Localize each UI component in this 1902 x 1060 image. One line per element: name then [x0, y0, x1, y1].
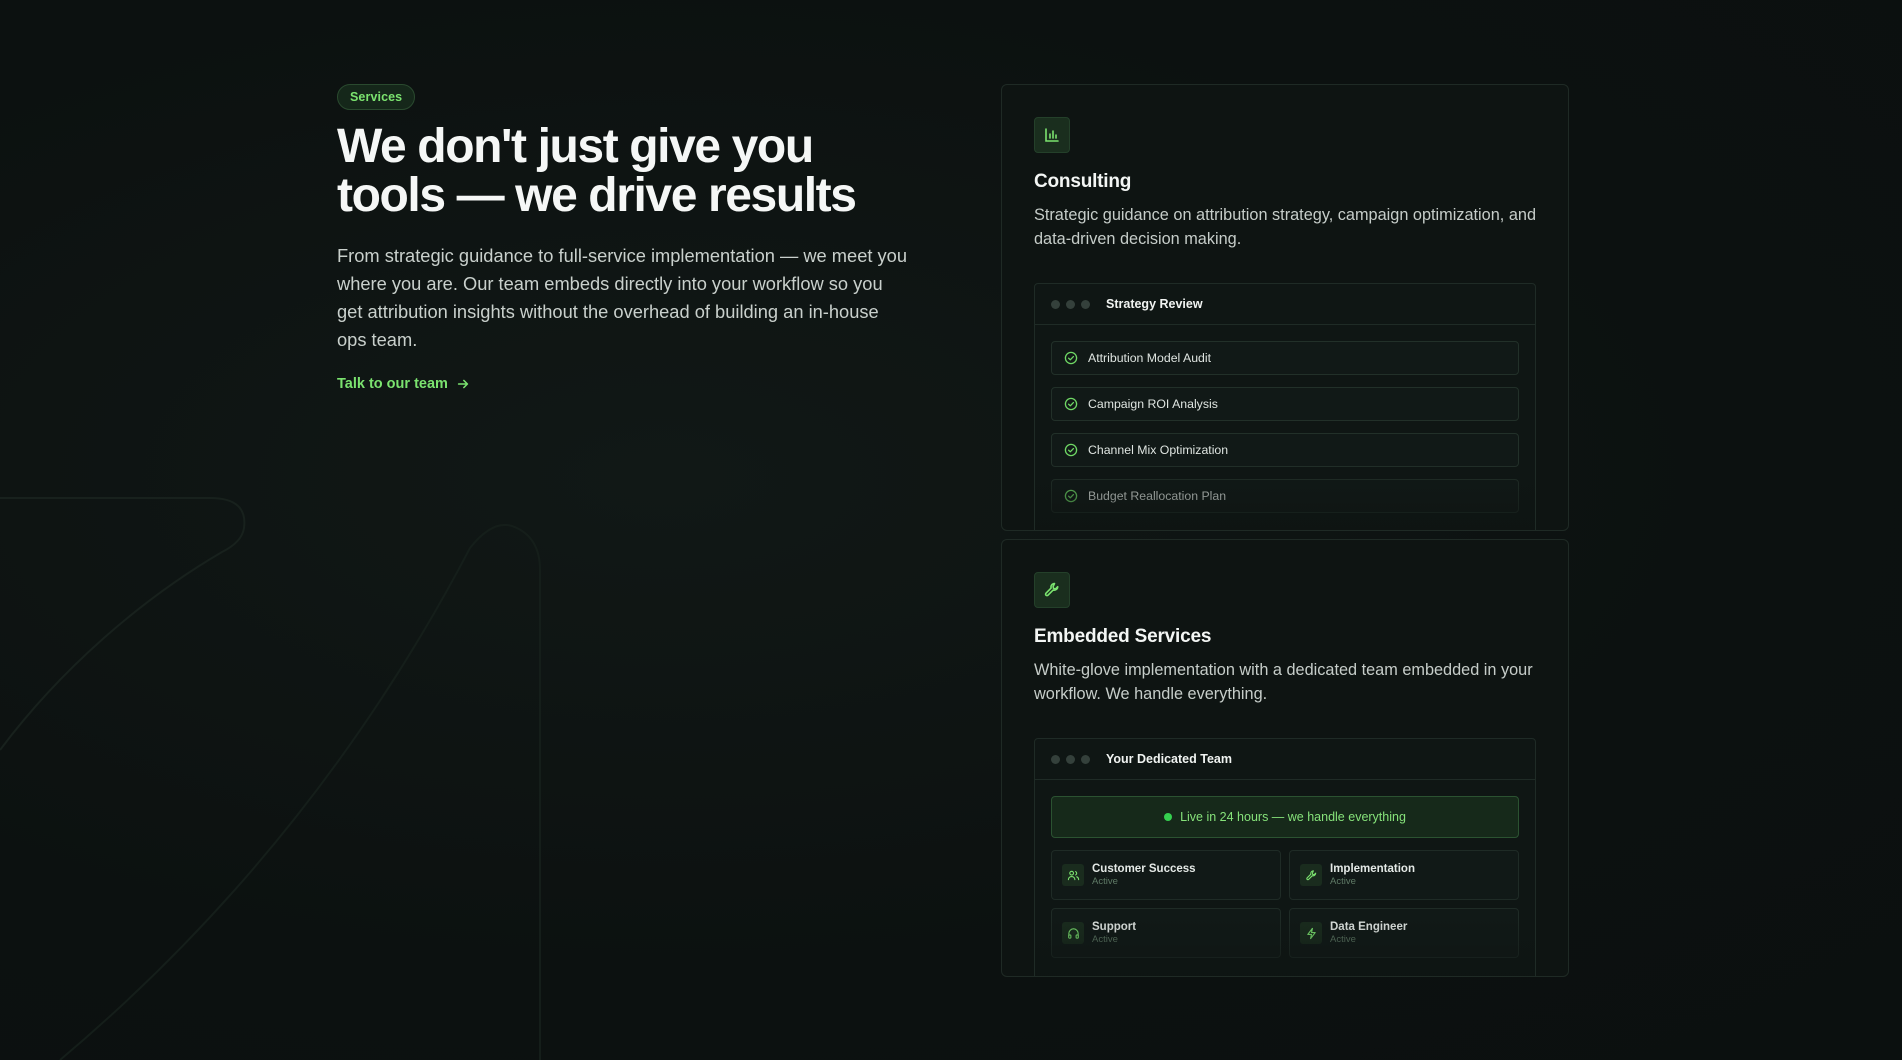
member-name: Support	[1092, 921, 1137, 933]
task-item: Budget Reallocation Plan	[1051, 479, 1519, 513]
intro-column: Services We don't just give you tools — …	[337, 84, 907, 393]
check-circle-icon	[1064, 397, 1078, 411]
task-list: Attribution Model Audit Campaign ROI Ana…	[1035, 325, 1535, 513]
member-status: Active	[1330, 876, 1356, 887]
check-circle-icon	[1064, 489, 1078, 503]
background-decoration	[0, 497, 541, 1060]
embedded-description: White-glove implementation with a dedica…	[1034, 661, 1533, 703]
bar-chart-icon	[1045, 128, 1059, 142]
team-panel-body: Live in 24 hours — we handle everything …	[1035, 780, 1535, 958]
panel-title: Strategy Review	[1106, 297, 1203, 311]
embedded-icon-box	[1034, 572, 1070, 608]
task-label: Channel Mix Optimization	[1088, 443, 1229, 457]
task-label: Budget Reallocation Plan	[1088, 489, 1227, 503]
embedded-services-card: Embedded Services White-glove implementa…	[1001, 539, 1569, 977]
member-name: Customer Success	[1092, 863, 1196, 875]
task-label: Attribution Model Audit	[1088, 351, 1212, 365]
live-status-dot	[1164, 813, 1173, 821]
window-dots	[1051, 299, 1090, 309]
window-dots	[1051, 754, 1090, 764]
check-circle-icon	[1064, 443, 1078, 457]
panel-header: Strategy Review	[1035, 284, 1535, 325]
check-circle-icon	[1064, 351, 1078, 365]
users-icon	[1067, 870, 1079, 880]
section-description: From strategic guidance to full-service …	[337, 245, 908, 350]
task-item: Campaign ROI Analysis	[1051, 387, 1519, 421]
lightning-icon	[1306, 927, 1316, 939]
team-members-grid: Customer Success Active Implementation A…	[1051, 850, 1519, 958]
page-title: We don't just give you tools — we drive …	[337, 120, 857, 222]
consulting-icon-box	[1034, 117, 1070, 153]
member-status: Active	[1330, 934, 1356, 945]
team-member-card: Customer Success Active	[1051, 850, 1281, 900]
embedded-title: Embedded Services	[1034, 626, 1212, 647]
strategy-review-panel: Strategy Review Attribution Model Audit …	[1034, 283, 1536, 530]
team-member-card: Support Active	[1051, 908, 1281, 958]
task-label: Campaign ROI Analysis	[1088, 397, 1218, 411]
live-banner-text: Live in 24 hours — we handle everything	[1180, 810, 1406, 824]
services-section: Services We don't just give you tools — …	[0, 0, 1902, 1060]
wrench-icon	[1044, 582, 1059, 597]
dedicated-team-panel: Your Dedicated Team Live in 24 hours — w…	[1034, 738, 1536, 976]
member-name: Implementation	[1330, 863, 1415, 875]
team-member-card: Data Engineer Active	[1289, 908, 1519, 958]
member-name: Data Engineer	[1330, 921, 1408, 933]
member-status: Active	[1092, 876, 1118, 887]
panel-title: Your Dedicated Team	[1106, 752, 1232, 766]
talk-to-team-link[interactable]: Talk to our team	[337, 376, 470, 392]
services-badge: Services	[337, 84, 416, 110]
wrench-icon	[1305, 869, 1316, 880]
headphones-icon	[1067, 927, 1079, 939]
consulting-description: Strategic guidance on attribution strate…	[1034, 206, 1536, 248]
arrow-right-icon	[457, 379, 469, 389]
team-member-card: Implementation Active	[1289, 850, 1519, 900]
cta-label: Talk to our team	[337, 376, 448, 392]
panel-header: Your Dedicated Team	[1035, 739, 1535, 780]
task-item: Attribution Model Audit	[1051, 341, 1519, 375]
live-banner: Live in 24 hours — we handle everything	[1051, 796, 1519, 838]
task-item: Channel Mix Optimization	[1051, 433, 1519, 467]
consulting-card: Consulting Strategic guidance on attribu…	[1001, 84, 1569, 531]
consulting-title: Consulting	[1034, 171, 1132, 192]
member-status: Active	[1092, 934, 1118, 945]
